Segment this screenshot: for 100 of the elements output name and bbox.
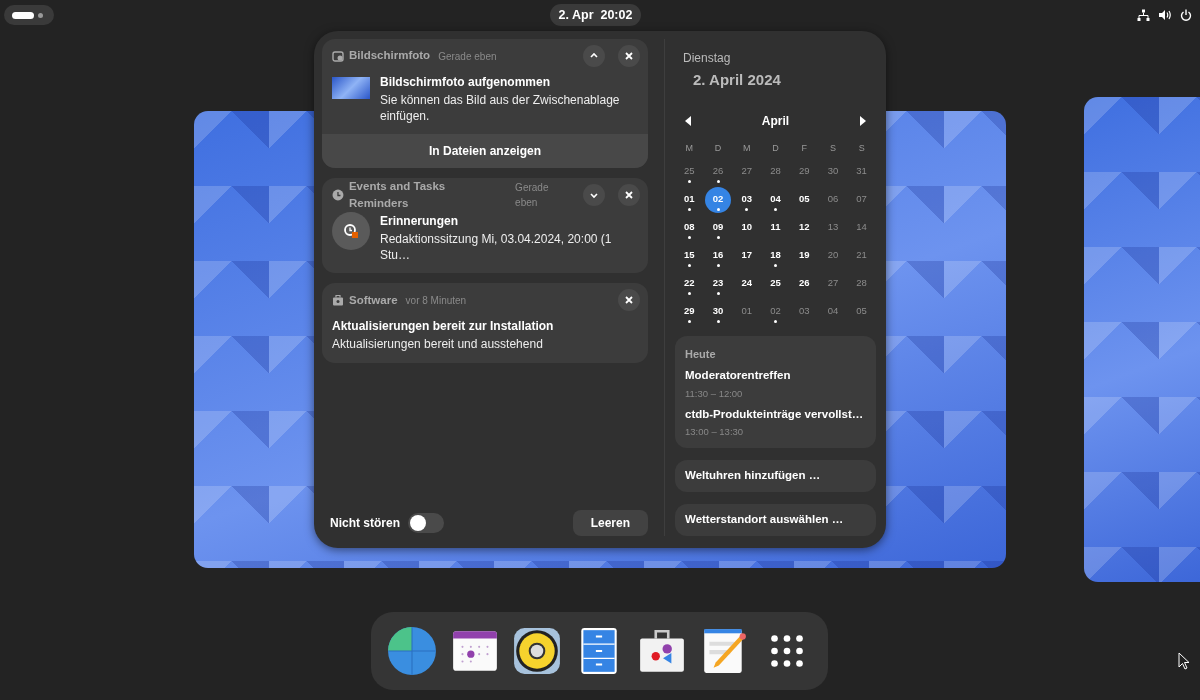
notification-time: vor 8 Minuten (405, 293, 467, 308)
collapse-button[interactable] (583, 45, 605, 67)
calendar-day[interactable]: 09 (705, 214, 732, 241)
calendar-day[interactable]: 10 (733, 214, 760, 241)
calendar-day[interactable]: 25 (676, 158, 703, 185)
calendar-day[interactable]: 29 (791, 158, 818, 185)
notification-time: Gerade eben (438, 49, 497, 64)
calendar-day[interactable]: 27 (819, 270, 846, 297)
calendar-day[interactable]: 01 (733, 298, 760, 325)
weekday-label[interactable]: Dienstag (683, 49, 876, 67)
calendar-day[interactable]: 17 (733, 242, 760, 269)
weekday-header: M (684, 141, 695, 155)
app-name: Software (349, 292, 398, 308)
calendar-day[interactable]: 05 (791, 186, 818, 213)
app-name: Bildschirmfoto (349, 48, 431, 64)
calendar-day[interactable]: 22 (676, 270, 703, 297)
weekday-header: S (857, 141, 866, 155)
notification-body: Aktualisierungen bereit und ausstehend (332, 337, 544, 353)
notification-body: Redaktionssitzung Mi, 03.04.2024, 20:00 (1 Stu… (380, 232, 613, 264)
calendar-day[interactable]: 15 (676, 242, 703, 269)
calendar-day[interactable]: 19 (791, 242, 818, 269)
calendar-day[interactable]: 30 (705, 298, 732, 325)
calendar-day[interactable]: 23 (705, 270, 732, 297)
left-arrow-icon (685, 116, 692, 127)
calendar-day[interactable]: 30 (819, 158, 846, 185)
globe-icon[interactable] (387, 626, 438, 676)
calendar-day[interactable]: 04 (762, 186, 789, 213)
volume-icon[interactable] (1158, 9, 1172, 21)
events-card[interactable]: Heute Moderatorentreffen 11:30 – 12:00 ctdb-Produkteinträge vervollst… 13:00 – 13:30 (675, 335, 876, 448)
weekday-header: S (828, 141, 837, 155)
calendar-day[interactable]: 24 (733, 270, 760, 297)
notification-body: Sie können das Bild aus der Zwischenablage einfügen. (380, 93, 621, 125)
calendar-day[interactable]: 31 (848, 158, 875, 185)
app-name: Events and Tasks Reminders (348, 178, 447, 212)
action-button[interactable]: In Dateien anzeigen (322, 134, 648, 169)
mouse-pointer-icon (1178, 652, 1190, 670)
calendar-day[interactable]: 02 (762, 298, 789, 325)
calendar-day[interactable]: 14 (848, 214, 875, 241)
calendar-day[interactable]: 26 (791, 270, 818, 297)
weekday-header: D (713, 141, 723, 155)
world-clocks-button[interactable]: Weltuhren hinzufügen … (675, 459, 876, 492)
calendar-day[interactable]: 03 (791, 298, 818, 325)
calendar-day[interactable]: 28 (848, 270, 875, 297)
calendar-day[interactable]: 06 (819, 186, 846, 213)
calendar-day[interactable]: 13 (819, 214, 846, 241)
close-icon (624, 295, 634, 306)
weather-button[interactable]: Wetterstandort auswählen … (675, 503, 876, 536)
close-button[interactable] (618, 184, 640, 207)
close-button[interactable] (618, 45, 640, 67)
notification-title: Aktualisierungen bereit zur Installation (332, 318, 554, 336)
notification-time: Gerade eben (515, 181, 550, 211)
event-title: ctdb-Produkteinträge vervollst… (685, 406, 865, 422)
event-title: Moderatorentreffen (685, 368, 792, 383)
power-icon[interactable] (1180, 9, 1192, 21)
calendar-day[interactable]: 04 (819, 298, 846, 325)
right-arrow-icon (859, 116, 866, 127)
calendar-day[interactable]: 05 (848, 298, 875, 325)
calendar-day[interactable]: 20 (819, 242, 846, 269)
wallpaper-thumbnail[interactable] (1084, 97, 1200, 582)
calendar-day[interactable]: 28 (762, 158, 789, 185)
network-icon[interactable] (1137, 8, 1150, 22)
event-time: 11:30 – 12:00 (685, 386, 744, 401)
calendar-day[interactable]: 16 (705, 242, 732, 269)
calendar-day[interactable]: 03 (733, 186, 760, 213)
clock-icon (332, 189, 344, 202)
speaker-icon[interactable] (512, 626, 563, 676)
weekday-header: D (771, 141, 780, 155)
calendar-day[interactable]: 29 (676, 298, 703, 325)
month-label: April (761, 112, 790, 130)
event-time: 13:00 – 13:30 (685, 425, 745, 440)
calendar-day[interactable]: 21 (848, 242, 875, 269)
calendar-day[interactable]: 12 (791, 214, 818, 241)
close-button[interactable] (618, 289, 640, 312)
close-icon (624, 190, 635, 201)
dnd-label: Nicht stören (330, 515, 400, 532)
screenshot-thumbnail (332, 77, 370, 99)
notification-title: Erinnerungen (380, 213, 459, 231)
expand-button[interactable] (583, 184, 606, 207)
toggle-switch[interactable] (408, 513, 444, 533)
screenshot-icon (332, 50, 344, 62)
calendar-day[interactable]: 02 (705, 186, 732, 213)
date-label[interactable]: 2. April 2024 (693, 69, 876, 92)
calendar-day[interactable]: 27 (733, 158, 760, 185)
calendar-day[interactable]: 26 (705, 158, 732, 185)
clock-button[interactable]: 2. Apr 20:02 (549, 3, 642, 27)
activities-button[interactable] (4, 5, 54, 25)
calendar-day[interactable]: 18 (762, 242, 789, 269)
alarm-clock-icon (343, 223, 359, 240)
weekday-header: F (800, 141, 808, 155)
calendar-day[interactable]: 01 (676, 186, 703, 213)
events-heading: Heute (685, 346, 717, 362)
bag-icon (332, 294, 344, 307)
calendar-day[interactable]: 07 (848, 186, 875, 213)
calendar-day[interactable]: 11 (762, 214, 789, 241)
calendar-day[interactable]: 25 (762, 270, 789, 297)
notification-title: Bildschirmfoto aufgenommen (380, 74, 551, 91)
calendar-day[interactable]: 08 (676, 214, 703, 241)
weekday-header: M (742, 141, 752, 155)
close-icon (624, 51, 634, 61)
clear-button[interactable]: Leeren (572, 510, 648, 536)
